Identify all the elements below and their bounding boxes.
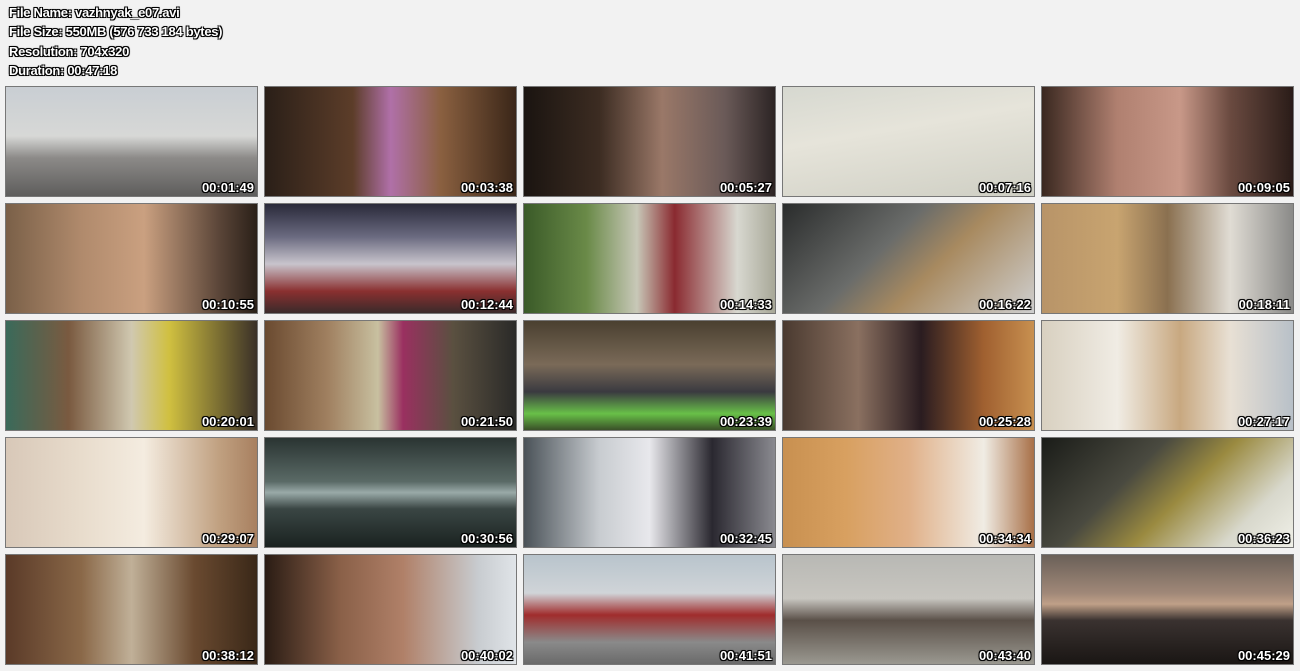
video-thumbnail: 00:34:34 — [782, 437, 1035, 548]
thumbnail-timestamp: 00:23:39 — [719, 414, 772, 429]
thumbnail-timestamp: 00:45:29 — [1237, 648, 1290, 663]
thumbnail-timestamp: 00:29:07 — [201, 531, 254, 546]
video-thumbnail: 00:40:02 — [264, 554, 517, 665]
thumbnail-timestamp: 00:03:38 — [460, 180, 513, 195]
thumbnail-timestamp: 00:27:17 — [1237, 414, 1290, 429]
video-thumbnail: 00:41:51 — [523, 554, 776, 665]
video-thumbnail: 00:38:12 — [5, 554, 258, 665]
video-thumbnail: 00:10:55 — [5, 203, 258, 314]
thumbnail-grid: 00:01:49 00:03:38 00:05:27 00:07:16 00:09:05… — [5, 86, 1295, 668]
video-thumbnail: 00:36:23 — [1041, 437, 1294, 548]
thumbnail-timestamp: 00:09:05 — [1237, 180, 1290, 195]
video-thumbnail: 00:18:11 — [1041, 203, 1294, 314]
video-thumbnail: 00:43:40 — [782, 554, 1035, 665]
thumbnail-timestamp: 00:20:01 — [201, 414, 254, 429]
video-thumbnail: 00:16:22 — [782, 203, 1035, 314]
thumbnail-timestamp: 00:40:02 — [460, 648, 513, 663]
thumbnail-timestamp: 00:07:16 — [978, 180, 1031, 195]
thumbnail-timestamp: 00:32:45 — [719, 531, 772, 546]
thumbnail-timestamp: 00:12:44 — [460, 297, 513, 312]
thumbnail-timestamp: 00:21:50 — [460, 414, 513, 429]
thumbnail-timestamp: 00:01:49 — [201, 180, 254, 195]
duration-text: Duration: 00:47:18 — [9, 62, 118, 78]
video-thumbnail: 00:09:05 — [1041, 86, 1294, 197]
thumbnail-timestamp: 00:38:12 — [201, 648, 254, 663]
video-thumbnail: 00:30:56 — [264, 437, 517, 548]
video-thumbnail: 00:01:49 — [5, 86, 258, 197]
video-thumbnail: 00:20:01 — [5, 320, 258, 431]
video-thumbnail: 00:12:44 — [264, 203, 517, 314]
thumbnail-timestamp: 00:43:40 — [978, 648, 1031, 663]
thumbnail-timestamp: 00:25:28 — [978, 414, 1031, 429]
thumbnail-timestamp: 00:36:23 — [1237, 531, 1290, 546]
video-thumbnail: 00:14:33 — [523, 203, 776, 314]
video-thumbnail: 00:32:45 — [523, 437, 776, 548]
video-thumbnail: 00:05:27 — [523, 86, 776, 197]
thumbnail-timestamp: 00:10:55 — [201, 297, 254, 312]
video-thumbnail: 00:23:39 — [523, 320, 776, 431]
thumbnail-timestamp: 00:34:34 — [978, 531, 1031, 546]
video-thumbnail: 00:29:07 — [5, 437, 258, 548]
video-thumbnail: 00:45:29 — [1041, 554, 1294, 665]
video-thumbnail: 00:25:28 — [782, 320, 1035, 431]
thumbnail-timestamp: 00:05:27 — [719, 180, 772, 195]
video-thumbnail: 00:07:16 — [782, 86, 1035, 197]
video-thumbnail: 00:21:50 — [264, 320, 517, 431]
thumbnail-timestamp: 00:16:22 — [978, 297, 1031, 312]
thumbnail-timestamp: 00:30:56 — [460, 531, 513, 546]
file-name-text: File Name: vazhnyak_e07.avi — [9, 5, 180, 20]
video-thumbnail: 00:27:17 — [1041, 320, 1294, 431]
file-size-text: File Size: 550MB (576 733 184 bytes) — [9, 24, 223, 40]
thumbnail-timestamp: 00:18:11 — [1238, 297, 1290, 312]
file-info-header: File Name: vazhnyak_e07.avi File Size: 5… — [9, 3, 223, 80]
thumbnail-timestamp: 00:14:33 — [719, 297, 772, 312]
video-thumbnail: 00:03:38 — [264, 86, 517, 197]
resolution-text: Resolution: 704x320 — [9, 43, 130, 59]
thumbnail-timestamp: 00:41:51 — [719, 648, 772, 663]
